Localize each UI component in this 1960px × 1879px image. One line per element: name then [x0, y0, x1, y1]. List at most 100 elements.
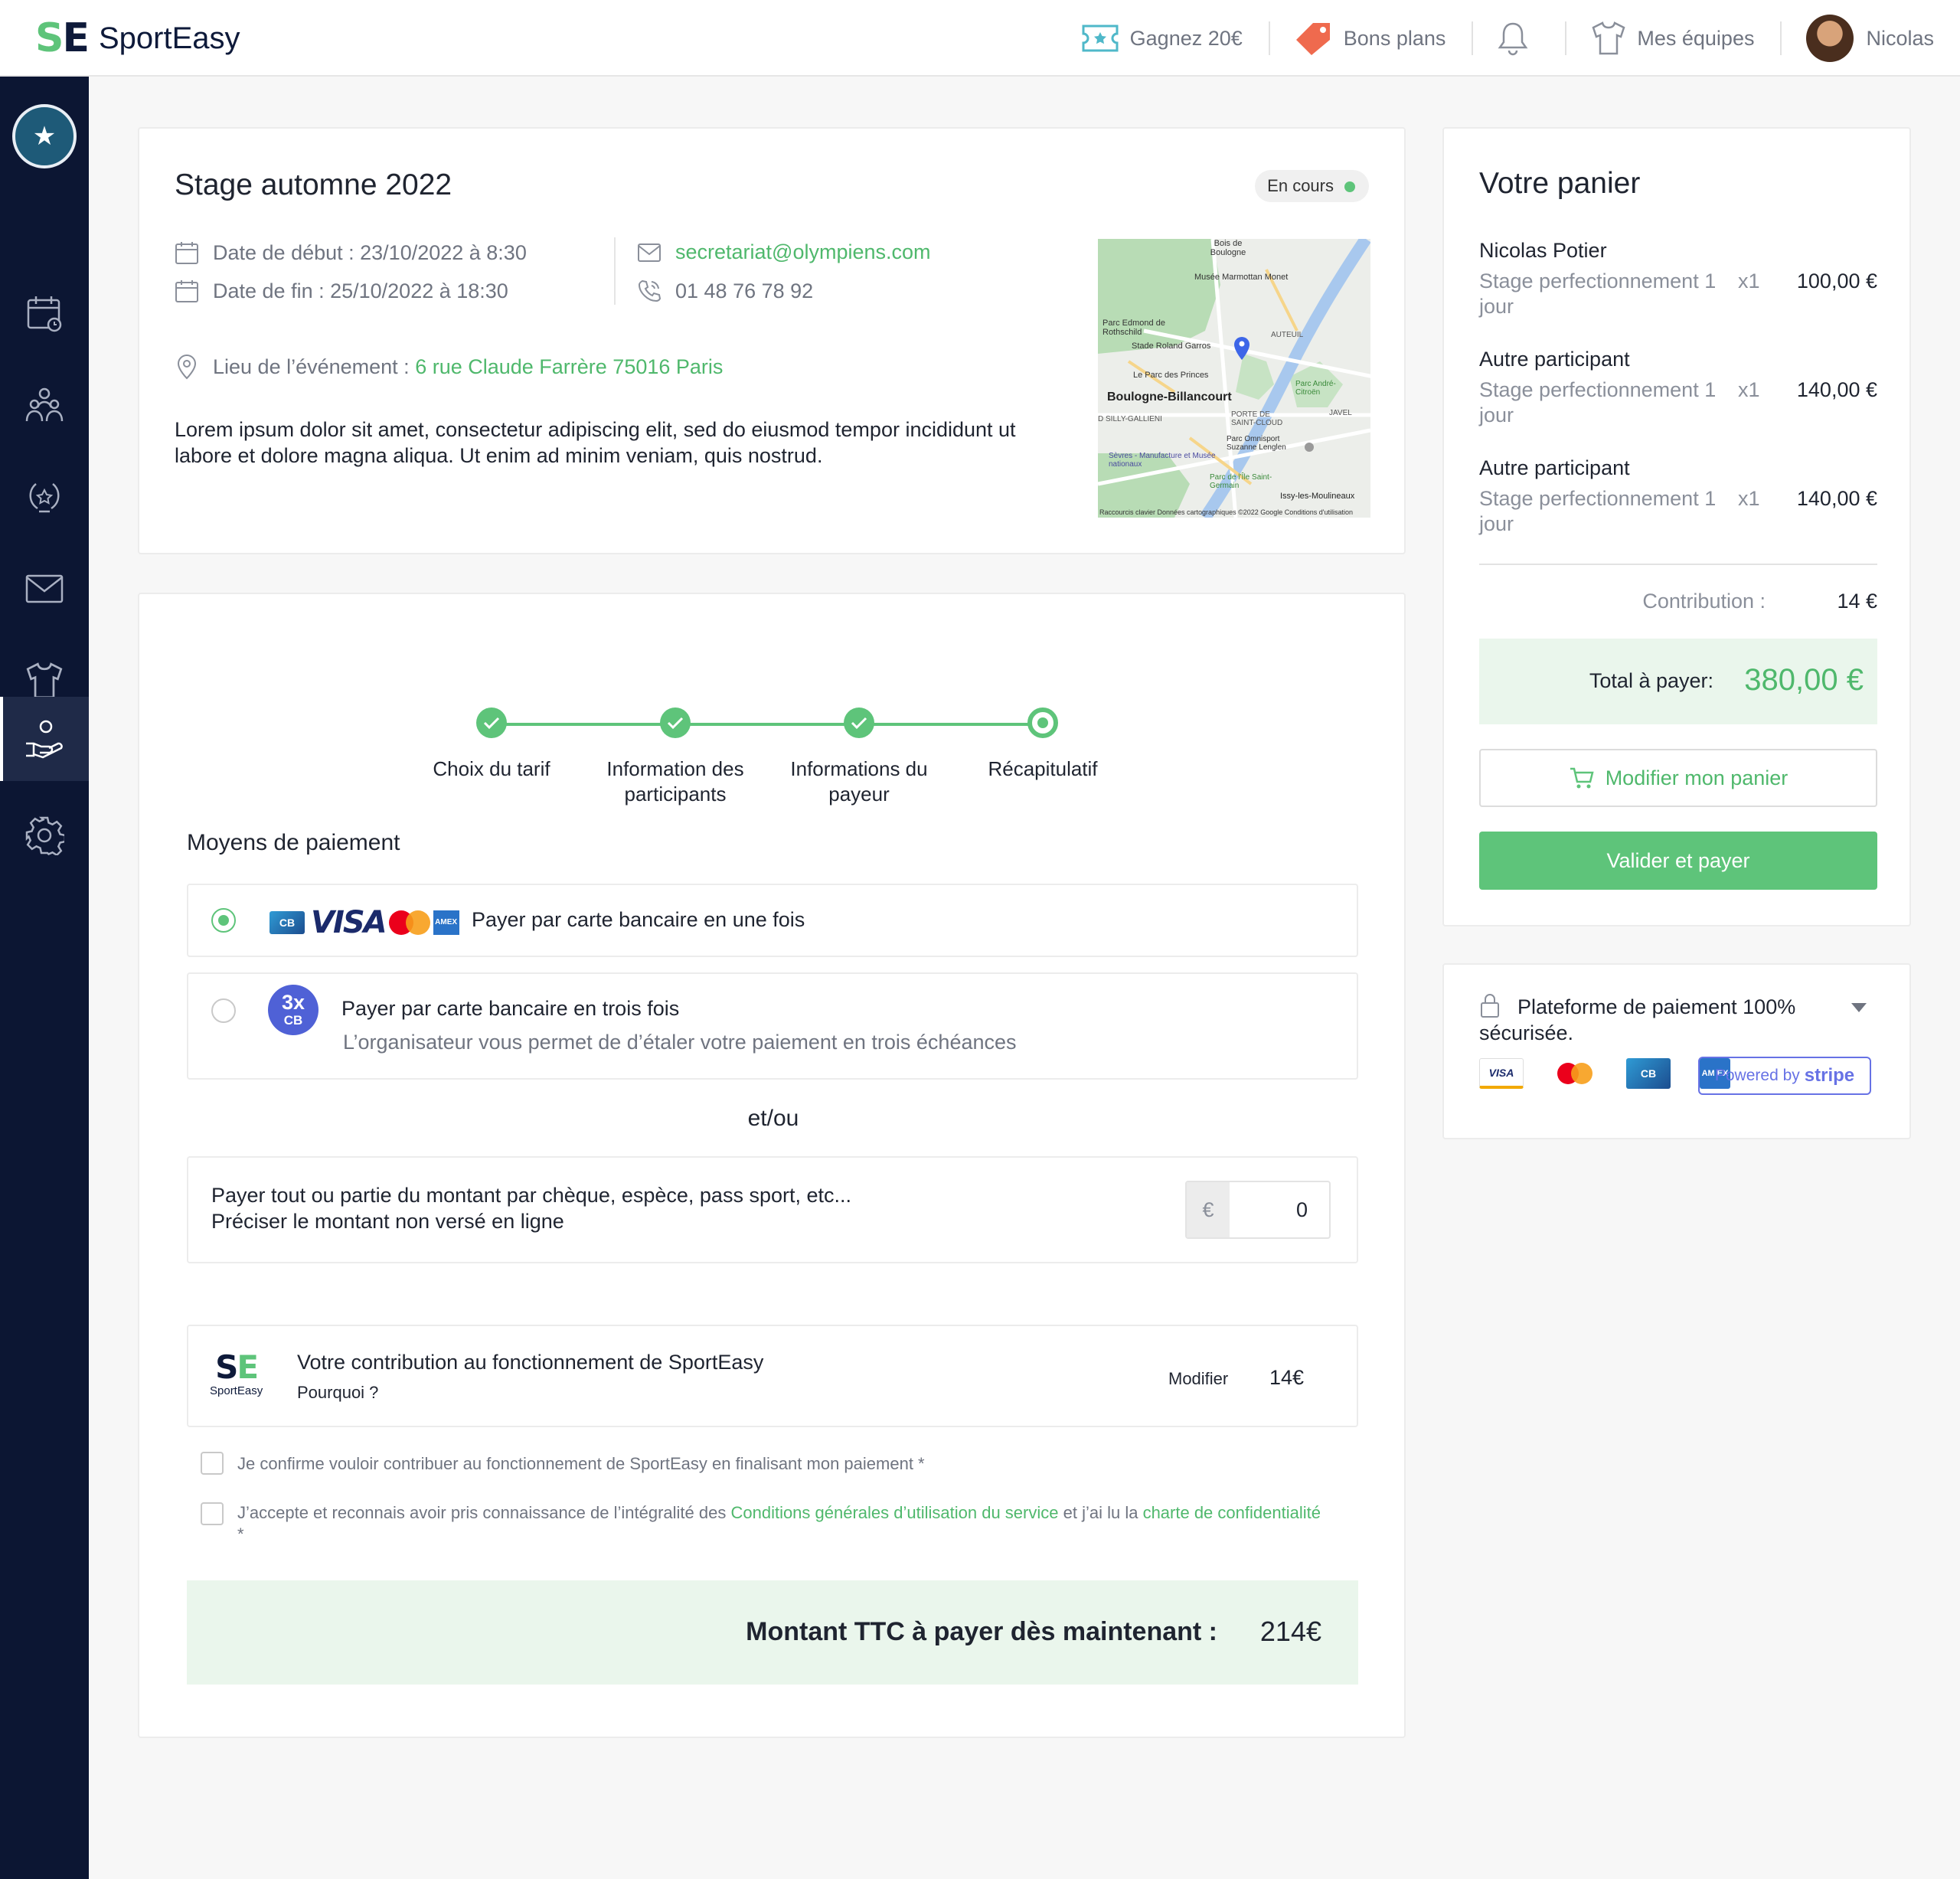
cart-item-row: Stage perfectionnement 1 jour x1 100,00 … [1479, 269, 1877, 319]
offline-payment-option: Payer tout ou partie du montant par chèq… [187, 1156, 1358, 1263]
contribution-edit-link[interactable]: Modifier [1168, 1369, 1228, 1389]
step-label: Informations du payeur [790, 757, 928, 806]
jersey-icon [1592, 21, 1625, 55]
map-footer: Raccourcis clavier Données cartographiqu… [1099, 508, 1354, 516]
step-3[interactable]: Informations du payeur [767, 707, 951, 807]
map-label: Issy-les-Moulineaux [1280, 492, 1355, 501]
cart-contribution-label: Contribution : [1642, 590, 1766, 613]
check-icon [667, 717, 684, 730]
cart-item-name: Autre participant [1479, 348, 1630, 371]
total-now-band: Montant TTC à payer dès maintenant : 214… [187, 1580, 1358, 1685]
cart-item-product: Stage perfectionnement 1 jour [1479, 270, 1717, 318]
pay-three-option[interactable]: 3x CB Payer par carte bancaire en trois f… [187, 972, 1358, 1080]
offline-amount-input[interactable]: € 0 [1185, 1181, 1331, 1239]
map-label: D SILLY-GALLIENI [1098, 415, 1162, 423]
event-end: Date de fin : 25/10/2022 à 18:30 [175, 279, 508, 303]
powered-by-stripe-badge[interactable]: Powered by stripe [1698, 1057, 1871, 1095]
nav-deals-label: Bons plans [1343, 26, 1446, 50]
hand-coin-icon [26, 720, 63, 759]
contribution-box: SE SportEasy Votre contribution au fonct… [187, 1325, 1358, 1427]
map-label: Parc André-Citroën [1295, 380, 1336, 397]
divider [614, 237, 616, 305]
offline-amount-value[interactable]: 0 [1230, 1182, 1329, 1237]
event-end-text: Date de fin : 25/10/2022 à 18:30 [213, 279, 508, 302]
cart-item-row: Stage perfectionnement 1 jour x1 140,00 … [1479, 377, 1877, 428]
chevron-down-icon[interactable] [1851, 1003, 1867, 1012]
nav-referral-label: Gagnez 20€ [1129, 26, 1243, 50]
calendar-icon [27, 296, 62, 332]
tag-icon [1295, 23, 1330, 55]
event-location-label: Lieu de l’événement : [213, 355, 410, 378]
mini-logo-mark: SE [215, 1348, 259, 1386]
club-logo[interactable]: ★ [12, 104, 77, 168]
three-times-badge: 3x CB [268, 985, 318, 1035]
consent-terms-checkbox[interactable] [201, 1502, 224, 1525]
edit-cart-button[interactable]: Modifier mon panier [1479, 749, 1877, 807]
jersey-icon [26, 662, 63, 699]
nav-notifications[interactable] [1472, 0, 1565, 77]
secure-payment-card[interactable]: Plateforme de paiement 100% sécurisée. V… [1442, 963, 1911, 1139]
consent-contribution-checkbox[interactable] [201, 1452, 224, 1475]
sidebar-item-trophies[interactable] [0, 455, 89, 539]
nav-referral[interactable]: Gagnez 20€ [1055, 0, 1269, 77]
step-done-check [844, 707, 874, 738]
event-location-link[interactable]: 6 rue Claude Farrère 75016 Paris [415, 355, 723, 379]
map-label: PORTE DE SAINT-CLOUD [1231, 410, 1283, 427]
pay-once-label: Payer par carte bancaire en une fois [472, 908, 805, 931]
validate-pay-button[interactable]: Valider et payer [1479, 832, 1877, 890]
sporteasy-logo[interactable]: SE SportEasy [35, 18, 240, 58]
sidebar-item-settings[interactable] [0, 793, 89, 877]
check-icon [483, 717, 500, 730]
cart-item-name: Nicolas Potier [1479, 239, 1607, 262]
edit-cart-label: Modifier mon panier [1605, 766, 1788, 789]
logo-text: SportEasy [98, 21, 240, 55]
consent-terms-part: J’accepte et reconnais avoir pris connai… [237, 1503, 731, 1522]
currency-addon: € [1187, 1182, 1230, 1237]
privacy-link[interactable]: charte de confidentialité [1143, 1503, 1321, 1522]
cart-contribution-value: 14 € [1837, 590, 1877, 613]
cart-item-row: Stage perfectionnement 1 jour x1 140,00 … [1479, 486, 1877, 537]
sidebar-item-members[interactable] [0, 363, 89, 447]
pay-three-radio[interactable] [211, 998, 236, 1023]
club-logo-star: ★ [32, 122, 57, 151]
powered-by-text: Powered by [1714, 1067, 1800, 1084]
step-current-dot [1027, 707, 1058, 738]
sidebar-item-payments[interactable] [0, 697, 89, 781]
nav-user[interactable]: Nicolas [1780, 0, 1960, 77]
card-logos: CB VISA AMEX [270, 905, 459, 940]
three-times-bottom: CB [283, 1013, 303, 1028]
event-email-link[interactable]: secretariat@olympiens.com [675, 240, 931, 264]
event-start: Date de début : 23/10/2022 à 8:30 [175, 240, 527, 265]
sidebar-item-calendar[interactable] [0, 271, 89, 355]
visa-logo: VISA [311, 905, 387, 940]
pay-once-radio[interactable] [211, 908, 236, 933]
logo-mark: SE [35, 15, 90, 61]
sidebar-item-messages[interactable] [0, 547, 89, 631]
map-label: Le Parc des Princes [1133, 371, 1209, 380]
consent-terms-part: * [237, 1524, 244, 1544]
cart-card: Votre panier Nicolas Potier Stage perfec… [1442, 127, 1911, 926]
cart-item-qty: x1 [1738, 378, 1760, 401]
contribution-why-link[interactable]: Pourquoi ? [297, 1383, 378, 1403]
event-start-text: Date de début : 23/10/2022 à 8:30 [213, 240, 527, 264]
phone-icon [638, 279, 662, 302]
pay-once-option[interactable]: CB VISA AMEX Payer par carte bancaire en… [187, 884, 1358, 957]
offline-line-2: Préciser le montant non versé en ligne [211, 1210, 564, 1233]
terms-link[interactable]: Conditions générales d’utilisation du se… [730, 1503, 1058, 1522]
cart-item: Autre participant Stage perfectionnement… [1479, 456, 1877, 537]
total-now-value: 214€ [1259, 1616, 1321, 1647]
event-description: Lorem ipsum dolor sit amet, consectetur … [175, 418, 1016, 467]
cart-item-price: 140,00 € [1796, 378, 1877, 401]
event-map[interactable]: Bois de Boulogne Musée Marmottan Monet P… [1098, 239, 1370, 518]
cb-logo: CB [1626, 1058, 1671, 1089]
cart-icon [1570, 767, 1594, 789]
step-1[interactable]: Choix du tarif [400, 707, 583, 782]
step-done-check [476, 707, 507, 738]
event-email[interactable]: secretariat@olympiens.com [637, 240, 931, 264]
step-2[interactable]: Information des participants [583, 707, 767, 807]
event-phone: 01 48 76 78 92 [637, 279, 813, 303]
nav-deals[interactable]: Bons plans [1268, 0, 1472, 77]
step-4[interactable]: Récapitulatif [951, 707, 1135, 782]
total-now-label: Montant TTC à payer dès maintenant : [746, 1617, 1217, 1646]
nav-teams[interactable]: Mes équipes [1565, 0, 1780, 77]
